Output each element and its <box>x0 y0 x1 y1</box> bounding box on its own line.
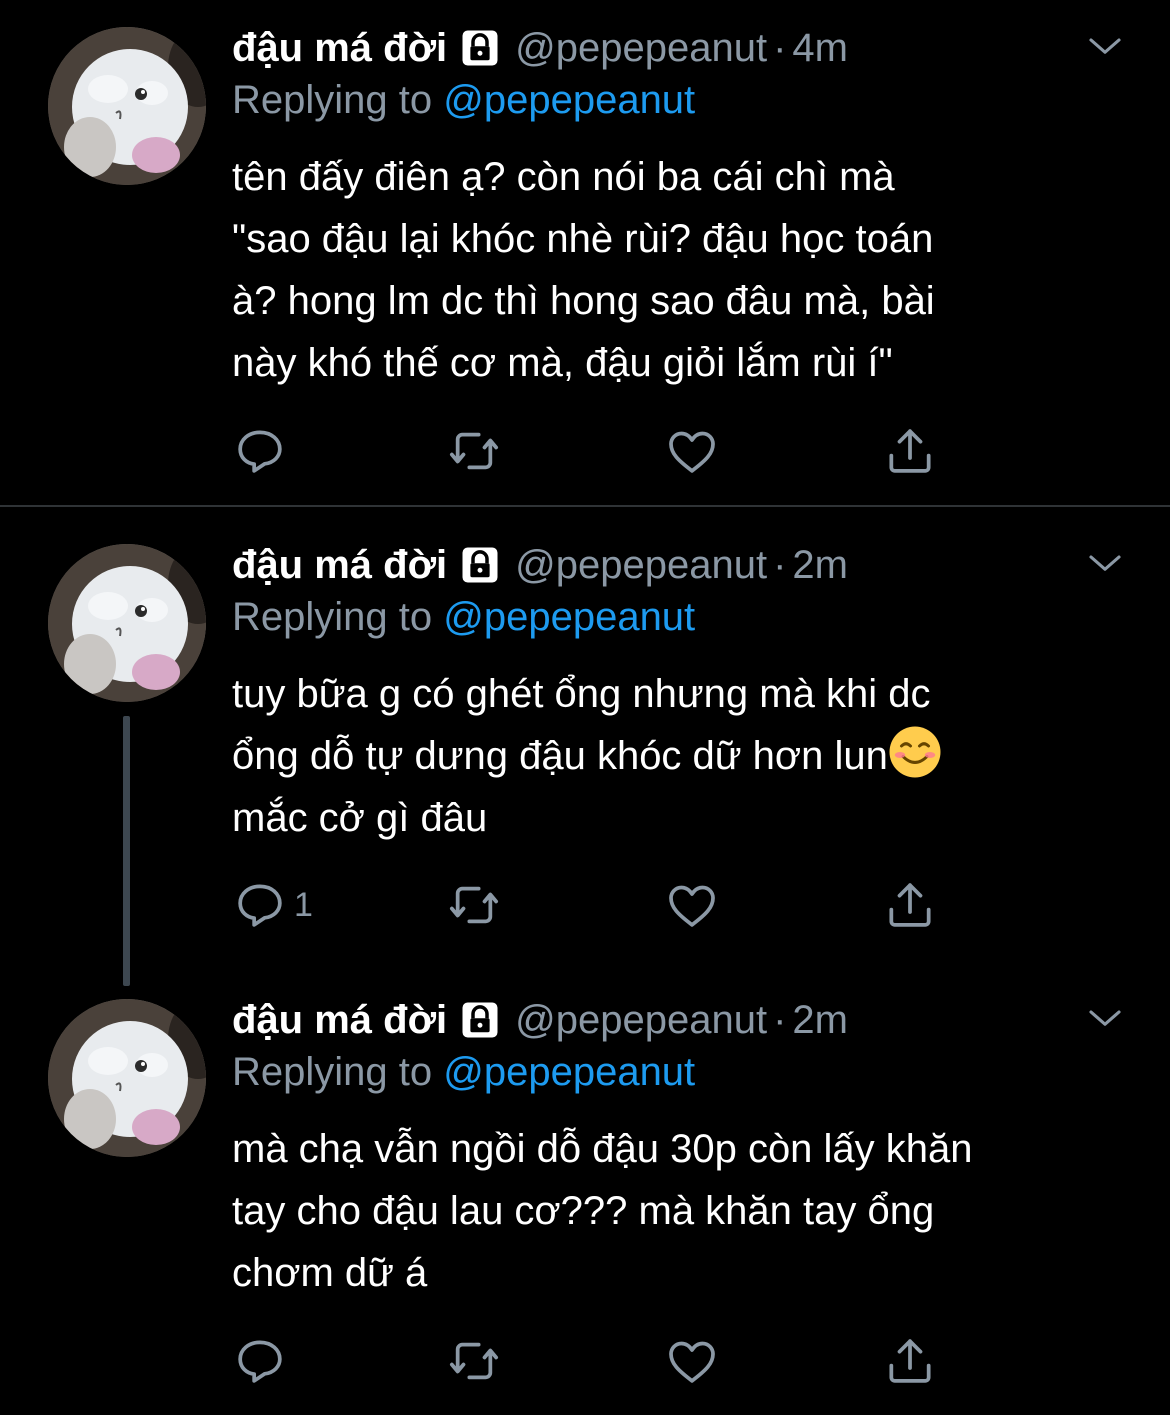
timestamp[interactable]: 2m <box>792 543 848 588</box>
separator-dot: · <box>773 542 787 587</box>
replying-prefix: Replying to <box>232 78 444 122</box>
display-name[interactable]: đậu má đời <box>232 26 447 71</box>
chevron-down-icon[interactable] <box>1084 543 1126 585</box>
user-handle[interactable]: @pepepeanut <box>515 998 767 1043</box>
like-button[interactable] <box>664 423 720 479</box>
replying-to: Replying to @pepepeanut <box>232 595 695 640</box>
share-icon <box>889 1339 931 1383</box>
separator-dot: · <box>773 997 787 1042</box>
lock-icon <box>462 1002 498 1038</box>
share-button[interactable] <box>882 877 938 933</box>
share-icon <box>889 883 931 927</box>
smiling-face-emoji <box>889 726 941 778</box>
timestamp[interactable]: 4m <box>792 26 848 71</box>
user-handle[interactable]: @pepepeanut <box>515 543 767 588</box>
reply-icon <box>238 430 282 473</box>
like-button[interactable] <box>664 877 720 933</box>
thread-connector-line <box>123 716 130 986</box>
share-button[interactable] <box>882 423 938 479</box>
avatar[interactable] <box>48 544 206 702</box>
retweet-button[interactable] <box>446 1333 502 1389</box>
mention-link[interactable]: @pepepeanut <box>443 595 695 639</box>
avatar-image <box>48 27 206 185</box>
retweet-icon <box>449 432 499 470</box>
like-icon <box>669 431 715 473</box>
avatar[interactable] <box>48 27 206 185</box>
reply-icon <box>238 1340 282 1383</box>
tweet-text-line: ổng dỗ tự dưng đậu khóc dữ hơn lun <box>232 725 1132 787</box>
separator-dot: · <box>773 25 787 70</box>
reply-button[interactable] <box>232 1333 294 1389</box>
tweet-text-line: tuy bữa g có ghét ổng nhưng mà khi dc <box>232 672 931 716</box>
like-button[interactable] <box>664 1333 720 1389</box>
display-name[interactable]: đậu má đời <box>232 998 447 1043</box>
tweet-text: tên đấy điên ạ? còn nói ba cái chì mà "s… <box>232 155 935 385</box>
like-icon <box>669 885 715 927</box>
tweet-text: tuy bữa g có ghét ổng nhưng mà khi dc ổn… <box>232 663 1132 849</box>
avatar-image <box>48 999 206 1157</box>
retweet-icon <box>449 886 499 924</box>
tweet-header: đậu má đời @pepepeanut · 2m <box>232 990 848 1050</box>
tweet-actions: 1 <box>232 877 952 937</box>
share-icon <box>889 429 931 473</box>
retweet-button[interactable] <box>446 423 502 479</box>
tweet-actions <box>232 423 952 483</box>
lock-icon <box>462 547 498 583</box>
tweet-header: đậu má đời @pepepeanut · 2m <box>232 535 848 595</box>
tweet-divider <box>0 505 1170 507</box>
avatar-image <box>48 544 206 702</box>
timestamp[interactable]: 2m <box>792 998 848 1043</box>
reply-icon <box>238 884 282 927</box>
lock-icon <box>462 30 498 66</box>
reply-button[interactable] <box>232 423 294 479</box>
reply-button[interactable]: 1 <box>232 877 313 933</box>
tweet-text: mà chạ vẫn ngồi dỗ đậu 30p còn lấy khăn … <box>232 1127 973 1295</box>
retweet-button[interactable] <box>446 877 502 933</box>
reply-count: 1 <box>294 885 313 924</box>
mention-link[interactable]: @pepepeanut <box>443 78 695 122</box>
chevron-down-icon[interactable] <box>1084 26 1126 68</box>
chevron-down-icon[interactable] <box>1084 998 1126 1040</box>
like-icon <box>669 1341 715 1383</box>
replying-to: Replying to @pepepeanut <box>232 78 695 123</box>
user-handle[interactable]: @pepepeanut <box>515 26 767 71</box>
retweet-icon <box>449 1342 499 1380</box>
tweet-actions <box>232 1333 952 1393</box>
replying-prefix: Replying to <box>232 595 444 639</box>
tweet-text-segment: ổng dỗ tự dưng đậu khóc dữ hơn lun <box>232 734 888 778</box>
replying-to: Replying to @pepepeanut <box>232 1050 695 1095</box>
mention-link[interactable]: @pepepeanut <box>443 1050 695 1094</box>
tweet-header: đậu má đời @pepepeanut · 4m <box>232 18 848 78</box>
tweet-text-line: mắc cở gì đâu <box>232 796 488 840</box>
avatar[interactable] <box>48 999 206 1157</box>
share-button[interactable] <box>882 1333 938 1389</box>
display-name[interactable]: đậu má đời <box>232 543 447 588</box>
replying-prefix: Replying to <box>232 1050 444 1094</box>
